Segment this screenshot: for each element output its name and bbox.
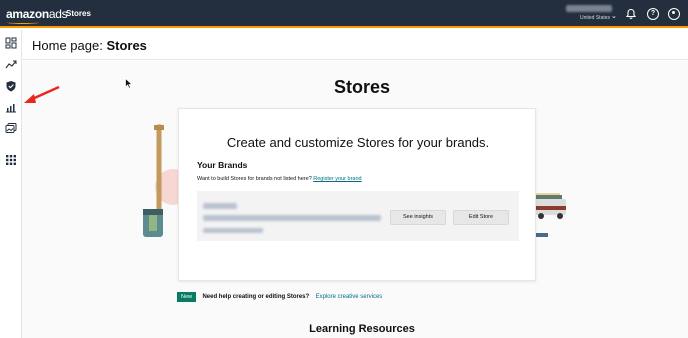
hero-title: Stores [333, 77, 391, 97]
logo-suffix-text: ads [48, 7, 68, 21]
card-title: Create and customize Stores for your bra… [226, 135, 490, 150]
red-arrow-annotation [24, 85, 60, 103]
left-sidebar [0, 30, 22, 338]
brand-meta-redacted [203, 228, 263, 233]
dashboard-icon[interactable] [5, 37, 17, 49]
new-badge: New [177, 291, 197, 302]
brands-sub-text: Want to build Stores for brands not list… [197, 176, 312, 182]
mouse-cursor-icon [125, 78, 133, 89]
logo-main-text: amazon [6, 7, 49, 21]
learning-resources-heading: Learning Resources [309, 323, 415, 335]
media-icon[interactable] [5, 122, 17, 134]
brand-name-redacted [203, 203, 237, 209]
register-brand-link[interactable]: Register your brand [313, 176, 361, 182]
shield-icon[interactable] [5, 80, 17, 92]
chevron-down-icon: ⌄ [611, 13, 617, 20]
brands-subtext: Want to build Stores for brands not list… [197, 176, 362, 182]
account-name-redacted [566, 5, 612, 12]
top-navigation-bar: amazonads Stores United States ⌄ ? [0, 0, 688, 28]
brand-row: See insights Edit Store [197, 191, 519, 241]
help-text: Need help creating or editing Stores? [202, 293, 310, 300]
page-title-bold: Stores [106, 38, 147, 53]
stores-card: Create and customize Stores for your bra… [178, 108, 536, 281]
trend-chart-icon[interactable] [5, 58, 17, 70]
brand-detail-redacted [203, 215, 381, 221]
apps-grid-icon[interactable] [5, 154, 17, 166]
account-country: United States [580, 15, 611, 21]
page-header: Home page: Stores [22, 30, 688, 60]
explore-creative-services-link[interactable]: Explore creative services [316, 294, 383, 300]
page-title: Home page: Stores [32, 38, 147, 53]
account-selector[interactable]: United States ⌄ [566, 5, 617, 25]
user-icon[interactable] [668, 8, 680, 20]
right-illustration [534, 193, 566, 237]
edit-store-button[interactable]: Edit Store [453, 210, 509, 225]
see-insights-button[interactable]: See insights [390, 210, 446, 225]
amazon-ads-logo[interactable]: amazonads [6, 7, 68, 21]
logo-smile-icon [7, 21, 39, 24]
help-icon[interactable]: ? [647, 8, 659, 20]
help-banner: New Need help creating or editing Stores… [177, 288, 383, 302]
main-content: Stores Create and customize Stores for y… [22, 61, 688, 338]
your-brands-heading: Your Brands [197, 160, 248, 170]
nav-stores-link[interactable]: Stores [66, 9, 91, 18]
bar-chart-icon[interactable] [5, 101, 17, 113]
page-title-prefix: Home page: [32, 38, 103, 53]
bell-icon[interactable] [625, 8, 637, 20]
